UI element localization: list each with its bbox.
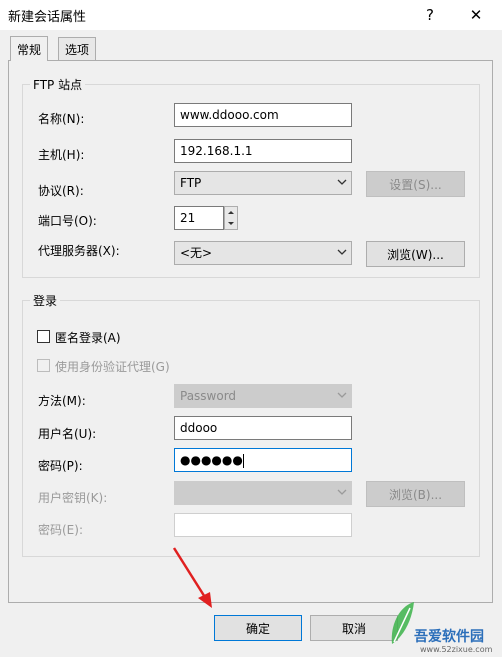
anonymous-checkbox[interactable] [37, 330, 50, 343]
password-label: 密码(P): [38, 459, 83, 473]
port-label: 端口号(O): [38, 214, 97, 228]
port-stepper[interactable] [224, 206, 238, 230]
tab-general[interactable]: 常规 [10, 36, 49, 61]
title-bar: 新建会话属性 ? ✕ [0, 0, 502, 30]
login-group-title: 登录 [30, 292, 61, 309]
ftp-site-group-title: FTP 站点 [30, 76, 86, 93]
protocol-select[interactable]: FTP [174, 171, 352, 195]
spin-up-icon[interactable] [225, 207, 237, 218]
host-label: 主机(H): [38, 148, 85, 162]
password-mask: ●●●●●● [180, 453, 243, 467]
chevron-down-icon [337, 489, 347, 495]
watermark-brand: 吾爱软件园 [414, 629, 484, 645]
method-label: 方法(M): [38, 394, 86, 408]
tab-general-label: 常规 [17, 42, 42, 57]
proxy-browse-button[interactable]: 浏览(W)... [366, 241, 465, 267]
cancel-button[interactable]: 取消 [310, 615, 398, 641]
host-field[interactable]: 192.168.1.1 [174, 139, 352, 163]
protocol-value: FTP [180, 176, 202, 190]
username-field[interactable]: ddooo [174, 416, 352, 440]
watermark: 吾爱软件园 www.52zixue.com [386, 592, 502, 657]
method-select[interactable]: Password [174, 384, 352, 408]
window-title: 新建会话属性 [8, 10, 87, 25]
close-button[interactable]: ✕ [462, 4, 490, 26]
help-button[interactable]: ? [416, 4, 444, 26]
method-value: Password [180, 389, 237, 403]
auth-agent-checkbox[interactable] [37, 359, 50, 372]
proxy-select[interactable]: <无> [174, 241, 352, 265]
text-caret [242, 453, 244, 468]
chevron-down-icon [337, 179, 347, 185]
spin-down-icon[interactable] [225, 218, 237, 229]
chevron-down-icon [337, 249, 347, 255]
watermark-url: www.52zixue.com [420, 645, 493, 654]
name-field[interactable]: www.ddooo.com [174, 103, 352, 127]
passphrase-label: 密码(E): [38, 523, 83, 537]
user-key-label: 用户密钥(K): [38, 491, 108, 505]
username-label: 用户名(U): [38, 427, 97, 441]
protocol-label: 协议(R): [38, 184, 84, 198]
user-key-select[interactable] [174, 481, 352, 505]
passphrase-field[interactable] [174, 513, 352, 537]
proxy-label: 代理服务器(X): [38, 244, 120, 258]
ok-button[interactable]: 确定 [214, 615, 302, 641]
leaf-logo-icon [391, 602, 414, 644]
anonymous-label[interactable]: 匿名登录(A) [55, 329, 121, 346]
port-field[interactable]: 21 [174, 206, 224, 230]
tab-options[interactable]: 选项 [58, 37, 97, 61]
settings-button[interactable]: 设置(S)... [366, 171, 465, 197]
chevron-down-icon [337, 392, 347, 398]
auth-agent-label: 使用身份验证代理(G) [55, 360, 170, 374]
proxy-value: <无> [180, 246, 213, 260]
name-label: 名称(N): [38, 112, 85, 126]
annotation-arrow-icon [172, 547, 212, 608]
password-field[interactable]: ●●●●●● [174, 448, 352, 472]
tab-options-label: 选项 [65, 43, 90, 57]
key-browse-button[interactable]: 浏览(B)... [366, 481, 465, 507]
